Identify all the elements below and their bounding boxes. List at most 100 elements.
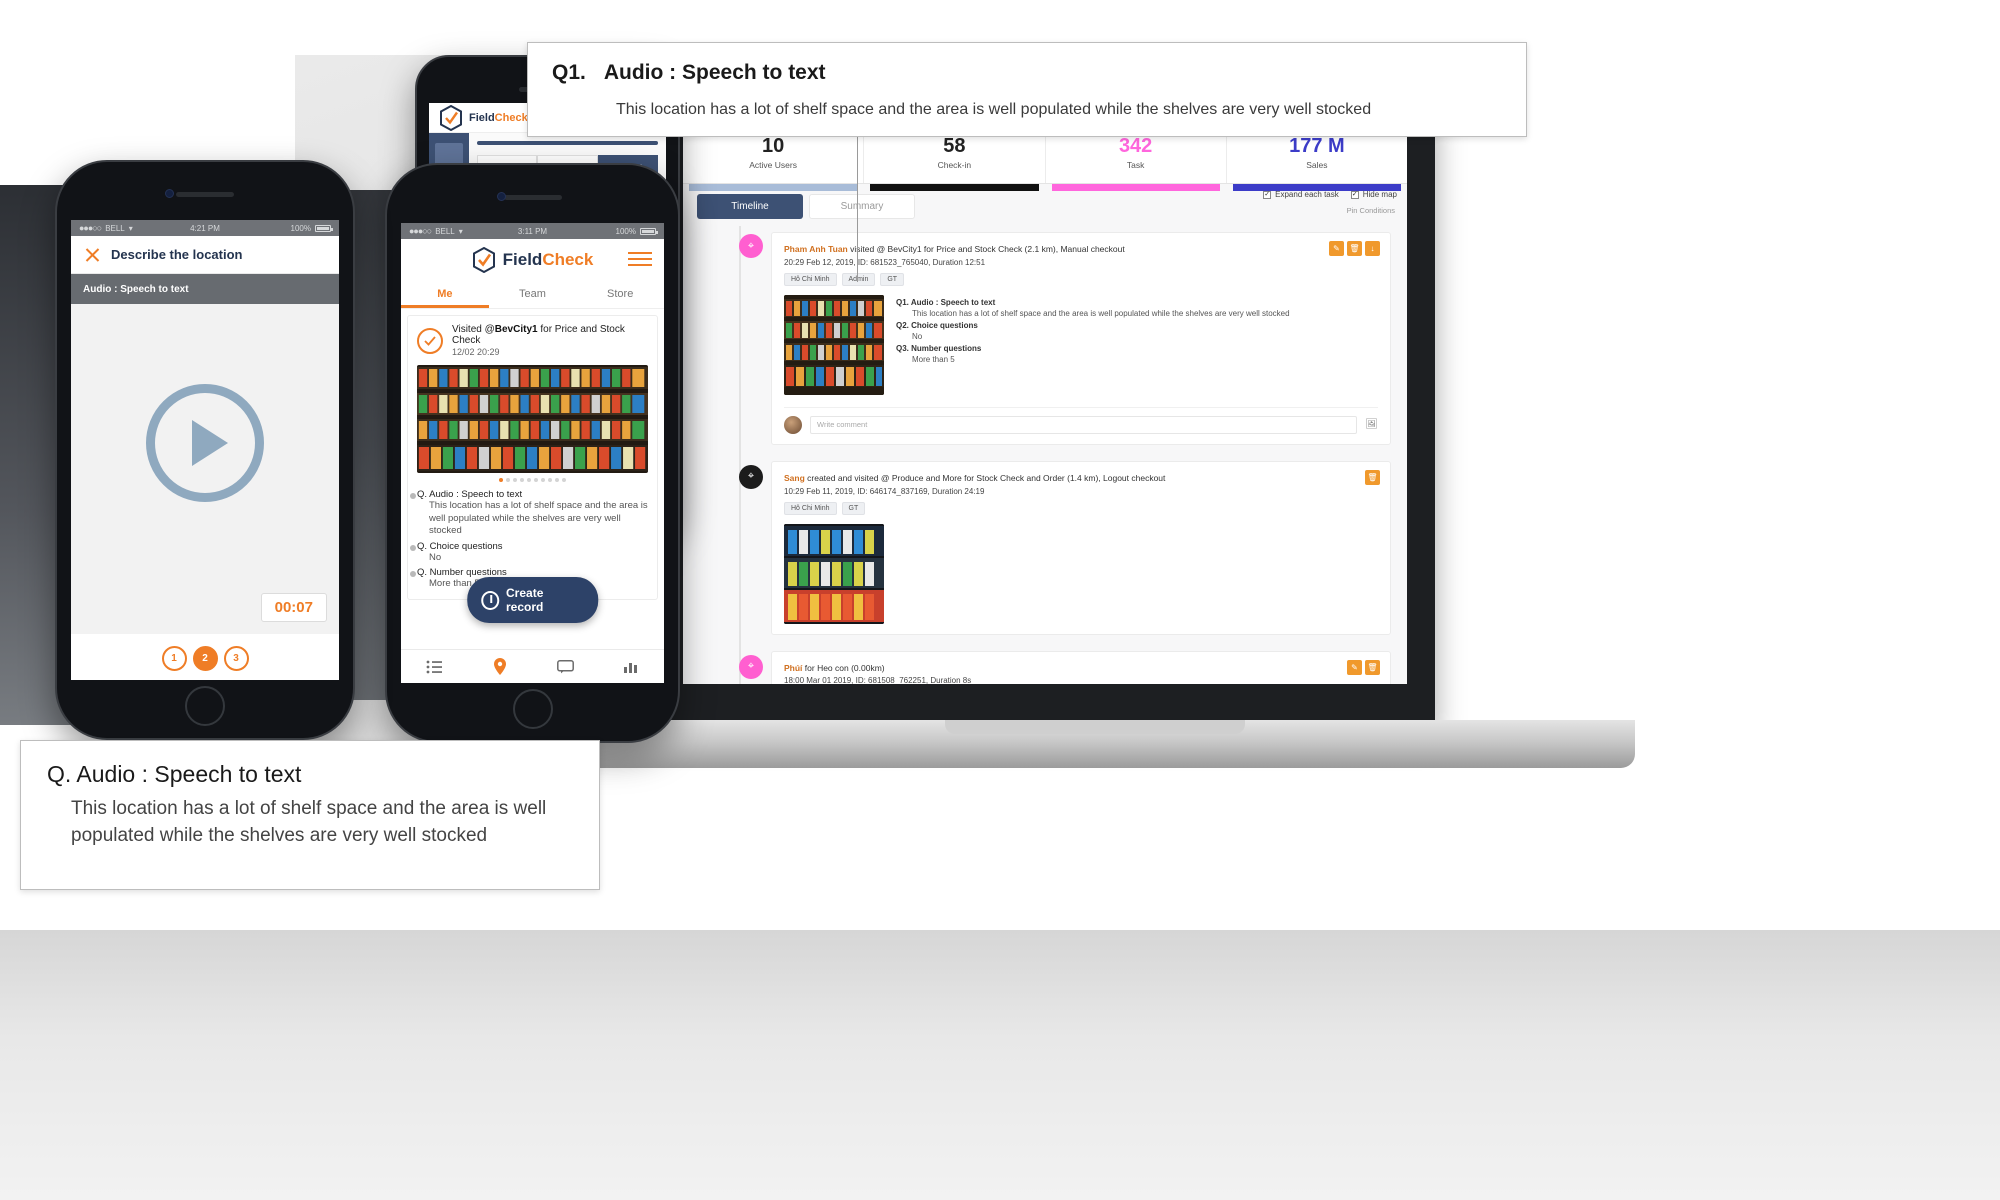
- phone-screen: ●●●○○ BELL ▾ 3:11 PM 100% FieldCheck Me …: [401, 223, 664, 683]
- nav-map-pin-icon[interactable]: [467, 658, 533, 675]
- home-button[interactable]: [185, 686, 225, 726]
- kpi-bar: [1051, 184, 1220, 191]
- dashboard: 10 Active Users 58 Check-in 342 Task 177…: [683, 122, 1407, 684]
- checkbox-checked-icon[interactable]: ✓: [1350, 190, 1359, 199]
- kpi-bar: [689, 184, 858, 191]
- shelf-photo[interactable]: [784, 523, 884, 624]
- visit-card-text: Visited @BevCity1 for Price and Stock Ch…: [452, 324, 648, 357]
- status-bar: ●●●○○ BELL ▾ 3:11 PM 100%: [401, 223, 664, 239]
- pin-conditions-link[interactable]: Pin Conditions: [1347, 206, 1395, 215]
- dashboard-options: ✓ Expand each task ✓ Hide map: [1263, 190, 1397, 199]
- list-icon: [426, 660, 442, 673]
- step-1[interactable]: 1: [161, 646, 187, 671]
- timeline-card: 🗑 Sang created and visited @ Produce and…: [771, 460, 1391, 635]
- map-pin-icon[interactable]: ⌖: [739, 234, 763, 258]
- chip: Admin: [841, 272, 876, 286]
- timeline-user[interactable]: Pham Anh Tuan: [784, 244, 848, 254]
- download-icon[interactable]: ↓: [1365, 241, 1380, 256]
- qa-answer: This location has a lot of shelf space a…: [429, 500, 648, 537]
- home-button[interactable]: [512, 689, 553, 729]
- nav-chat-icon[interactable]: [533, 659, 599, 674]
- close-x-icon[interactable]: [83, 246, 101, 264]
- map-pin-icon[interactable]: ⌖: [739, 464, 763, 489]
- status-bar: ●●●○○ BELL ▾ 4:21 PM 100%: [71, 220, 339, 236]
- status-left: ●●●○○ BELL ▾: [79, 223, 133, 233]
- timeline-user[interactable]: Phúí: [784, 663, 802, 673]
- backdrop-floor: [0, 930, 2000, 1200]
- callout-top-question: Audio : Speech to text: [603, 61, 826, 84]
- timeline-item: ⌖ ✎ 🗑 ↓ Pham Anh Tuan visited @ BevCity1…: [699, 226, 1391, 445]
- nav-list-icon[interactable]: [401, 660, 467, 674]
- timeline-qa: Q1. Audio : Speech to text This location…: [896, 295, 1378, 395]
- checkbox-checked-icon[interactable]: ✓: [1263, 190, 1272, 199]
- kpi-value: 177 M: [1289, 134, 1345, 157]
- step-3[interactable]: 3: [223, 646, 249, 671]
- feed-tabs: Me Team Store: [401, 281, 664, 309]
- delete-icon[interactable]: 🗑: [1347, 241, 1362, 256]
- callout-top-stem: [857, 137, 858, 282]
- tab-team[interactable]: Team: [489, 281, 577, 308]
- signal-icon: ●●●○○: [409, 226, 432, 236]
- timeline-action: for Heo con (0.00km): [802, 662, 885, 673]
- photo-carousel-dots[interactable]: [408, 473, 657, 484]
- edit-icon[interactable]: ✎: [1347, 659, 1362, 675]
- step-2[interactable]: 2: [192, 646, 218, 671]
- tab-store[interactable]: Store: [576, 281, 664, 308]
- accent-bar: [477, 141, 658, 145]
- kpi-label: Sales: [1306, 159, 1328, 170]
- qa-question: Q. Audio : Speech to text: [410, 489, 648, 500]
- comment-input[interactable]: Write comment: [810, 415, 1358, 434]
- status-left: ●●●○○ BELL ▾: [409, 226, 463, 236]
- status-right: 100%: [616, 227, 658, 236]
- nav-chart-icon[interactable]: [598, 660, 664, 674]
- phone-camera: [165, 189, 174, 198]
- timeline-chips: Hô Chi Minh GT: [784, 501, 1378, 515]
- app-header: FieldCheck: [401, 239, 664, 281]
- timeline-card: ✎ 🗑 Phúí for Heo con (0.00km) 18:00 Mar …: [771, 650, 1391, 684]
- tab-summary[interactable]: Summary: [809, 194, 915, 219]
- timeline-user[interactable]: Sang: [784, 473, 805, 483]
- tab-timeline[interactable]: Timeline: [697, 194, 803, 219]
- timeline-list: ⌖ ✎ 🗑 ↓ Pham Anh Tuan visited @ BevCity1…: [683, 226, 1407, 684]
- card-actions: ✎ 🗑 ↓: [1329, 241, 1380, 256]
- check-icon: [424, 335, 436, 346]
- qa-question: Q2. Choice questions: [896, 320, 978, 330]
- create-record-button[interactable]: Create record: [466, 577, 599, 623]
- battery-icon: [640, 227, 658, 235]
- shelf-photo[interactable]: [784, 294, 884, 395]
- comment-row: Write comment 🖼: [784, 406, 1378, 434]
- timeline-item: ⌖ ✎ 🗑 Phúí for Heo con (0.00km) 18:00 Ma…: [699, 650, 1391, 684]
- edit-icon[interactable]: ✎: [1329, 241, 1344, 256]
- hamburger-menu-icon[interactable]: [628, 252, 652, 270]
- status-right: 100%: [290, 223, 333, 233]
- callout-top-answer: This location has a lot of shelf space a…: [616, 101, 1372, 118]
- option-expand-each-task[interactable]: ✓ Expand each task: [1263, 190, 1339, 199]
- laptop-screen: 10 Active Users 58 Check-in 342 Task 177…: [683, 122, 1407, 684]
- delete-icon[interactable]: 🗑: [1365, 469, 1380, 485]
- bottom-nav: [401, 649, 664, 683]
- shelf-photo-graphic: [784, 294, 884, 395]
- qa-answer: More than 5: [912, 354, 955, 364]
- battery-percent: 100%: [290, 223, 311, 233]
- map-pin-icon: [493, 658, 506, 675]
- chat-icon: [556, 659, 574, 673]
- signal-icon: ●●●○○: [79, 223, 102, 233]
- attach-image-icon[interactable]: 🖼: [1365, 419, 1378, 430]
- delete-icon[interactable]: 🗑: [1365, 659, 1380, 675]
- qa-answer: No: [429, 551, 442, 563]
- chip: GT: [841, 501, 866, 515]
- chip: Hô Chi Minh: [784, 272, 837, 286]
- map-pin-icon[interactable]: ⌖: [739, 654, 763, 679]
- timeline-card: ✎ 🗑 ↓ Pham Anh Tuan visited @ BevCity1 f…: [771, 232, 1391, 445]
- option-hide-map[interactable]: ✓ Hide map: [1350, 190, 1397, 199]
- stopwatch-icon: [480, 590, 500, 610]
- phone-frame: ●●●○○ BELL ▾ 3:11 PM 100% FieldCheck Me …: [385, 163, 680, 743]
- card-actions: ✎ 🗑: [1347, 659, 1380, 675]
- callout-top-label: Q1.: [552, 61, 586, 84]
- qa-question: Q3. Number questions: [896, 343, 982, 353]
- kpi-value: 342: [1118, 134, 1153, 157]
- tab-me[interactable]: Me: [401, 281, 489, 308]
- store-photo[interactable]: [417, 365, 648, 473]
- option-label: Hide map: [1362, 190, 1397, 199]
- play-button-icon[interactable]: [146, 383, 264, 502]
